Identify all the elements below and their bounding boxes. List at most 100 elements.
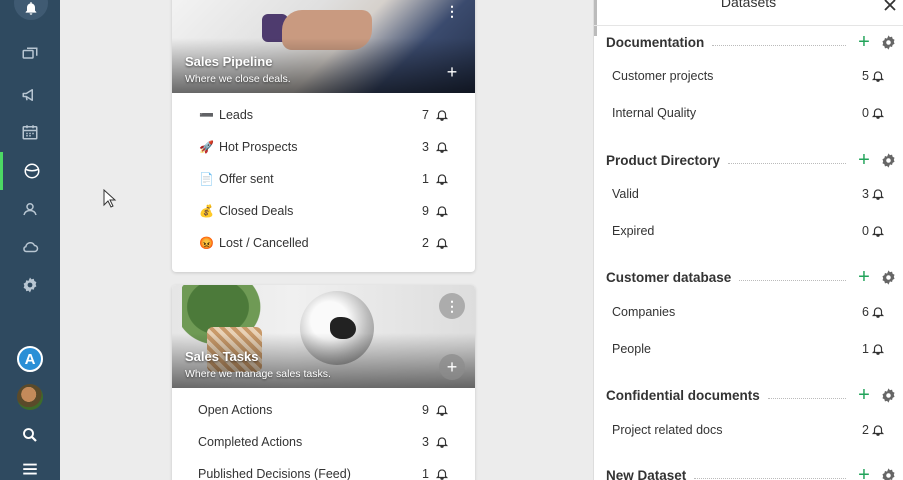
nav-announcements[interactable]: [0, 76, 60, 114]
add-stage-button[interactable]: +: [439, 354, 465, 380]
gear-icon[interactable]: [880, 269, 897, 286]
stage-row[interactable]: Completed Actions 3: [172, 426, 475, 458]
gear-icon[interactable]: [880, 152, 897, 169]
dataset-name[interactable]: Customer database: [606, 270, 731, 285]
stage-label: Leads: [219, 108, 254, 122]
bell-icon: [25, 2, 37, 15]
stage-emoji: ➖: [199, 108, 214, 122]
dataset-item[interactable]: Companies 6: [612, 302, 885, 322]
workspace-avatar[interactable]: A: [17, 346, 43, 372]
stage-count: 9: [422, 403, 429, 417]
stage-label: Closed Deals: [219, 204, 294, 218]
nav-menu[interactable]: [0, 450, 60, 480]
dataset-header: Customer database +: [606, 266, 897, 289]
close-icon[interactable]: [883, 0, 897, 12]
dataset-item[interactable]: Project related docs 2: [612, 420, 885, 440]
stage-emoji: 🚀: [199, 140, 214, 154]
mouse-cursor-icon: [103, 189, 117, 208]
stage-label: Hot Prospects: [219, 140, 298, 154]
dataset-item-label: Internal Quality: [612, 106, 697, 120]
stage-emoji: 💰: [199, 204, 214, 218]
gear-icon[interactable]: [880, 467, 897, 480]
bell-icon[interactable]: [871, 342, 885, 356]
dataset-item[interactable]: Customer projects 5: [612, 66, 885, 86]
nav-calendar[interactable]: [0, 113, 60, 151]
user-avatar[interactable]: [17, 384, 43, 410]
dataset-name[interactable]: New Dataset: [606, 468, 686, 480]
add-item-button[interactable]: +: [854, 384, 874, 407]
nav-pipelines[interactable]: [0, 152, 60, 190]
stage-count: 1: [422, 172, 429, 186]
card-options-button[interactable]: ⋮: [439, 293, 465, 319]
stage-label: Lost / Cancelled: [219, 236, 309, 250]
dataset-item-label: Customer projects: [612, 69, 714, 83]
stage-list: ➖ Leads 7 🚀 Hot Prospects 3 📄 Offer sent…: [172, 93, 475, 265]
bell-icon[interactable]: [871, 305, 885, 319]
gear-icon: [23, 277, 37, 293]
stage-row[interactable]: Published Decisions (Feed) 1: [172, 458, 475, 480]
add-item-button[interactable]: +: [854, 266, 874, 289]
dataset-item-label: Project related docs: [612, 423, 723, 437]
stage-row[interactable]: 🚀 Hot Prospects 3: [172, 131, 475, 163]
card-subtitle: Where we manage sales tasks.: [185, 368, 331, 380]
bell-icon[interactable]: [871, 106, 885, 120]
datasets-panel: Datasets Documentation + Customer projec…: [593, 0, 903, 480]
dataset-item[interactable]: People 1: [612, 339, 885, 359]
stage-list: Open Actions 9 Completed Actions 3 Publi…: [172, 388, 475, 480]
nav-contacts[interactable]: [0, 190, 60, 228]
add-item-button[interactable]: +: [854, 149, 874, 172]
stage-row[interactable]: 💰 Closed Deals 9: [172, 195, 475, 227]
nav-cloud[interactable]: [0, 228, 60, 266]
nav-chat[interactable]: [0, 36, 60, 74]
bell-icon[interactable]: [435, 108, 449, 122]
bell-icon[interactable]: [435, 467, 449, 480]
stage-count: 9: [422, 204, 429, 218]
dataset-name[interactable]: Documentation: [606, 35, 704, 50]
notifications-button[interactable]: [14, 0, 48, 20]
stage-row[interactable]: Open Actions 9: [172, 394, 475, 426]
bell-icon[interactable]: [435, 435, 449, 449]
stage-row[interactable]: ➖ Leads 7: [172, 99, 475, 131]
bell-icon[interactable]: [871, 187, 885, 201]
card-cover-image: ⋮ Sales Pipeline Where we close deals. +: [172, 0, 475, 93]
add-stage-button[interactable]: +: [439, 59, 465, 85]
dataset-item[interactable]: Internal Quality 0: [612, 103, 885, 123]
dataset-item[interactable]: Valid 3: [612, 184, 885, 204]
bell-icon[interactable]: [435, 140, 449, 154]
add-item-button[interactable]: +: [854, 464, 874, 480]
bell-icon[interactable]: [435, 204, 449, 218]
card-subtitle: Where we close deals.: [185, 73, 291, 85]
bell-icon[interactable]: [871, 224, 885, 238]
dataset-header: Confidential documents +: [606, 384, 897, 407]
menu-icon: [23, 463, 37, 475]
pipeline-card[interactable]: ⋮ Sales Pipeline Where we close deals. +…: [172, 0, 475, 272]
stage-label: Offer sent: [219, 172, 274, 186]
dataset-name[interactable]: Product Directory: [606, 153, 720, 168]
nav-search[interactable]: [0, 416, 60, 454]
dataset-item[interactable]: Expired 0: [612, 221, 885, 241]
card-title: Sales Pipeline: [185, 54, 273, 69]
bell-icon[interactable]: [435, 172, 449, 186]
cloud-icon: [23, 241, 39, 253]
stage-row[interactable]: 📄 Offer sent 1: [172, 163, 475, 195]
stage-emoji: 😡: [199, 236, 214, 250]
gear-icon[interactable]: [880, 387, 897, 404]
dataset-item-label: Valid: [612, 187, 639, 201]
bell-icon[interactable]: [435, 236, 449, 250]
stage-row[interactable]: 😡 Lost / Cancelled 2: [172, 227, 475, 259]
tasks-card[interactable]: ⋮ Sales Tasks Where we manage sales task…: [172, 285, 475, 480]
dataset-header: Product Directory +: [606, 149, 897, 172]
users-icon: [23, 203, 37, 216]
stage-count: 2: [422, 236, 429, 250]
gear-icon[interactable]: [880, 34, 897, 51]
dataset-name[interactable]: Confidential documents: [606, 388, 760, 403]
stage-label: Published Decisions (Feed): [198, 467, 351, 480]
card-options-button[interactable]: ⋮: [439, 0, 465, 24]
bell-icon[interactable]: [435, 403, 449, 417]
card-title: Sales Tasks: [185, 349, 259, 364]
dataset-item-count: 1: [862, 342, 869, 356]
add-item-button[interactable]: +: [854, 31, 874, 54]
bell-icon[interactable]: [871, 69, 885, 83]
nav-settings[interactable]: [0, 266, 60, 304]
bell-icon[interactable]: [871, 423, 885, 437]
